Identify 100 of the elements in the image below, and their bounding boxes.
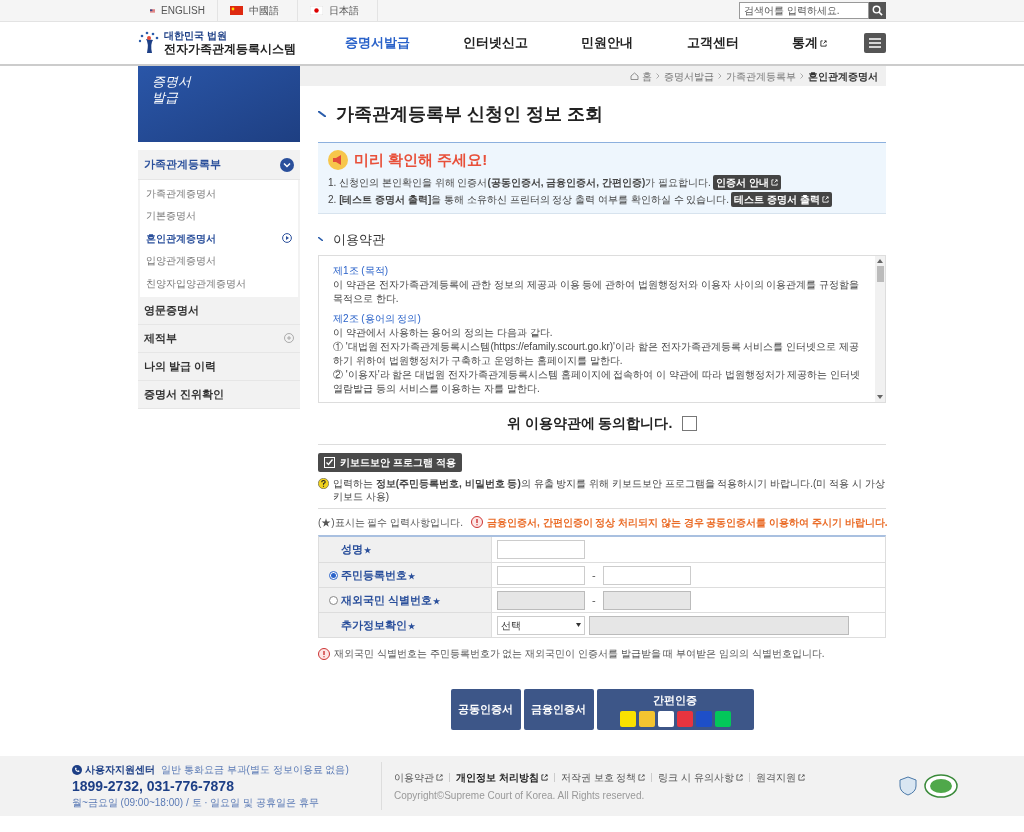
app-logo-icon [714, 711, 731, 728]
separator: - [592, 592, 596, 608]
heading-mark-icon [318, 237, 323, 242]
search-button[interactable] [869, 2, 886, 19]
sidebar-item[interactable]: 증명서 진위확인 [138, 380, 300, 409]
breadcrumb-link[interactable]: 증명서발급 [664, 68, 714, 84]
nav-link[interactable]: 민원안내 [581, 33, 634, 53]
flag-icon [230, 6, 243, 15]
form-note: 재외국민 식별번호는 주민등록번호가 없는 재외국민이 인증서를 발급받을 때 부여받은 임의의 식별번호입니다. [334, 647, 825, 661]
app-logo-icon [638, 711, 655, 728]
scroll-down-icon [877, 395, 883, 399]
nav-link[interactable]: 증명서발급 [344, 33, 410, 53]
breadcrumb-link[interactable]: 홈 [642, 68, 652, 84]
menu-button[interactable] [864, 33, 886, 53]
help-icon [318, 478, 329, 489]
language-link[interactable]: 日本語 [329, 3, 359, 18]
external-link-icon [436, 773, 443, 781]
agree-label: 위 이용약관에 동의합니다. [506, 414, 673, 433]
search-field[interactable]: 검색어를 입력하세요. [739, 2, 869, 19]
external-link-icon [821, 195, 829, 203]
agree-checkbox[interactable] [682, 416, 698, 431]
sidebar-item[interactable]: 영문증명서 [138, 296, 300, 325]
required-note: (★)표시는 필수 입력사항입니다. [318, 515, 463, 530]
logo-icon [138, 31, 160, 55]
external-link-icon [820, 39, 828, 47]
article-text: 이 약관은 전자가족관계등록에 관한 정보의 제공과 이용 등에 관하여 법원행정처와 이용자 사이의 이용관계를 규정함을 목적으로 한다. [333, 278, 861, 306]
flag-icon [310, 6, 323, 15]
logo-subtitle: 대한민국 법원 [164, 31, 228, 41]
input-field[interactable] [497, 565, 585, 585]
logo-title: 전자가족관계등록시스템 [164, 43, 296, 55]
external-link-icon [540, 773, 548, 781]
footer-link[interactable]: 저작권 보호 정책 [560, 769, 646, 785]
warning-icon [318, 647, 330, 660]
external-link-icon [770, 178, 778, 186]
field-label: 성명★ [341, 542, 371, 558]
play-circle-icon [282, 233, 292, 244]
article-text: ② '이용자'라 함은 대법원 전자가족관계등록시스템 홈페이지에 접속하여 이 약관에 따라 법원행정처가 제공하는 인터넷 열람발급 등의 서비스를 이용하는 자를 말한다. [333, 368, 861, 396]
footer-link[interactable]: 링크 시 유의사항 [658, 769, 743, 785]
footer-link[interactable]: 개인정보 처리방침 [456, 769, 548, 785]
field-label: 주민등록번호★ [341, 567, 415, 583]
notice-title: 미리 확인해 주세요! [354, 150, 488, 170]
language-link[interactable]: 中國語 [249, 3, 279, 18]
sidebar-subitem[interactable]: 가족관계증명서 [140, 182, 298, 205]
input-field[interactable] [602, 565, 691, 585]
external-link-icon [735, 773, 743, 781]
caret-icon [576, 623, 581, 627]
article-title: 제1조 (목적) [333, 264, 389, 278]
auth-button[interactable]: 공동인증서 [450, 689, 521, 730]
footer-link[interactable]: 원격지원 [755, 769, 805, 785]
auth-button[interactable]: 간편인증 [596, 689, 754, 730]
megaphone-icon [328, 150, 348, 171]
scroll-up-icon [877, 259, 883, 263]
breadcrumb-link[interactable]: 가족관계등록부 [726, 68, 796, 84]
scrollbar-thumb[interactable] [876, 266, 884, 282]
input-field[interactable] [497, 540, 585, 559]
title-mark-icon [318, 111, 326, 117]
menu-icon [869, 38, 881, 48]
field-label: 추가정보확인★ [341, 617, 415, 633]
copyright: Copyright©Supreme Court of Korea. All Rights reserved. [394, 788, 646, 803]
banner-text: 증명서 발급 [152, 74, 193, 106]
section-heading: 이용약관 [333, 230, 385, 249]
notice-text: 2. [테스트 증명서 출력]을 통해 소유하신 프린터의 정상 출력 여부를 확인하실 수 있습니다. [328, 192, 730, 207]
auth-button[interactable]: 금융인증서 [523, 689, 594, 730]
nav-link[interactable]: 인터넷신고 [463, 33, 529, 53]
notice-text: 1. 신청인의 본인확인을 위해 인증서(공동인증서, 금융인증서, 간편인증)가 필요합니다. [328, 175, 711, 190]
breadcrumb-link[interactable]: 혼인관계증명서 [808, 68, 878, 84]
sidebar-item[interactable]: 나의 발급 이력 [138, 352, 300, 381]
sidebar-item[interactable]: 제적부 [138, 324, 300, 353]
article-text: ① '대법원 전자가족관계등록시스템(https://efamily.scourt.go.kr)'이라 함은 전자가족관계등록 서비스를 인터넷으로 제공하기 위하여 법원행정처가 구축하고 운영하는 홈페이지를 말한다. [333, 340, 860, 368]
nav-link[interactable]: 통계 [792, 33, 828, 53]
home-icon [630, 72, 639, 80]
sidebar-subitem[interactable]: 혼인관계증명서 [140, 227, 298, 250]
flag-icon [150, 6, 156, 15]
separator: - [592, 567, 596, 583]
support-hours: 월~금요일 (09:00~18:00) / 토 · 일요일 및 공휴일은 휴무 [72, 796, 320, 810]
guide-button[interactable]: 인증서 안내 [712, 174, 781, 190]
radio-button[interactable] [329, 570, 338, 580]
article-title: 제2조 (용어의 정의) [333, 312, 422, 326]
guide-button[interactable]: 테스트 증명서 출력 [731, 191, 832, 207]
footer-link[interactable]: 이용약관 [394, 769, 443, 785]
support-note: 일반 통화요금 부과(별도 정보이용료 없음) [161, 763, 349, 777]
sidebar-subitem[interactable]: 입양관계증명서 [140, 249, 298, 272]
app-logo-icon [657, 711, 674, 728]
app-logo-icon [676, 711, 693, 728]
select-field[interactable]: 선택 [497, 615, 585, 635]
external-link-icon [638, 773, 646, 781]
sidebar-subitem[interactable]: 기본증명서 [140, 204, 298, 227]
chevron-icon [800, 73, 804, 79]
keyboard-security-button[interactable]: 키보드보안 프로그램 적용 [318, 453, 462, 472]
chevron-icon [718, 73, 722, 79]
sidebar-subitem[interactable]: 친양자입양관계증명서 [140, 272, 298, 295]
support-phone: 1899-2732, 031-776-7878 [72, 777, 235, 795]
support-title: 사용자지원센터 [85, 763, 155, 777]
warning-text: 금융인증서, 간편인증이 정상 처리되지 않는 경우 공동인증서를 이용하여 주시기 바랍니다. [487, 515, 888, 530]
field-label: 재외국민 식별번호★ [341, 592, 441, 608]
article-text: 이 약관에서 사용하는 용어의 정의는 다음과 같다. [333, 326, 554, 340]
chevron-icon [656, 73, 660, 79]
language-link[interactable]: ENGLISH [161, 3, 205, 18]
phone-icon [72, 764, 82, 775]
nav-link[interactable]: 고객센터 [686, 33, 739, 53]
